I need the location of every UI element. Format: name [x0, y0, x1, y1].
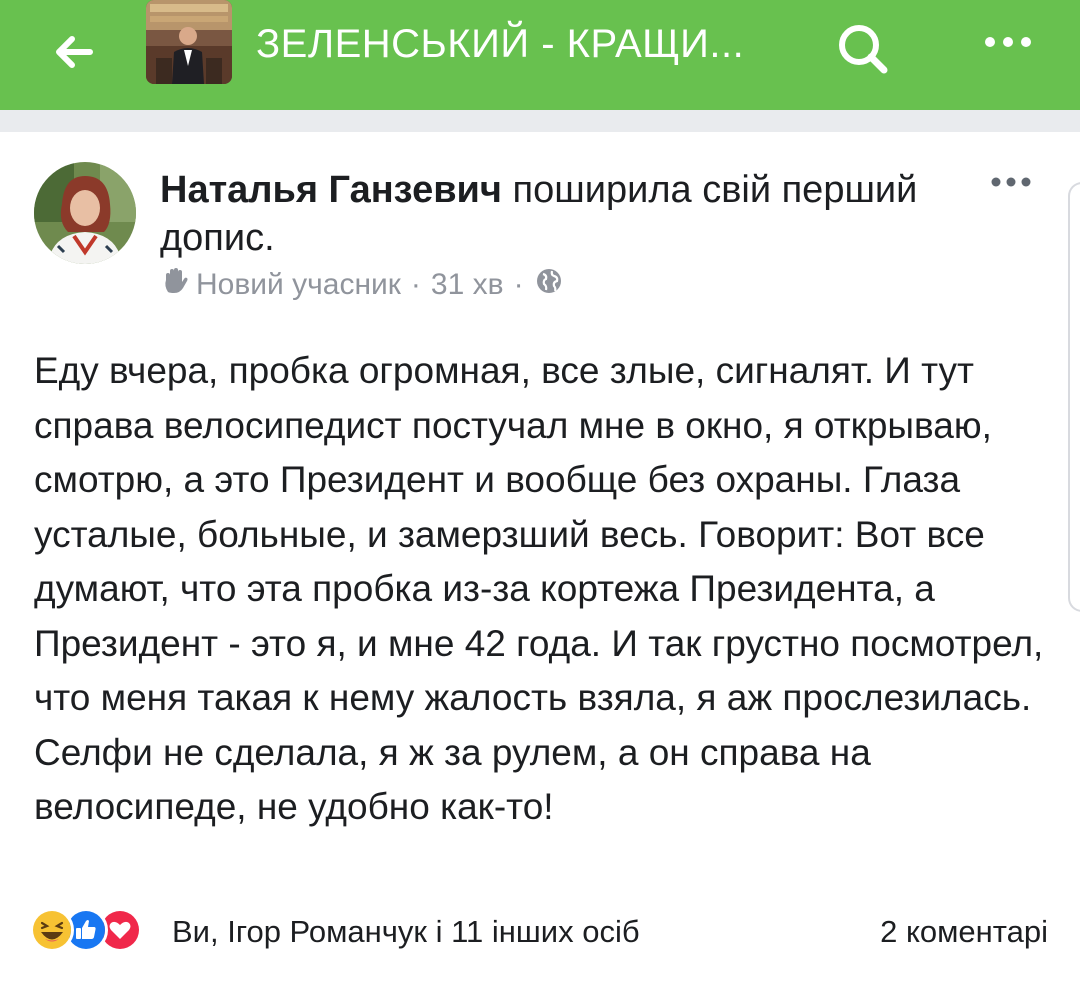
- meta-separator: ·: [410, 268, 421, 301]
- comments-count[interactable]: 2 коментарі: [880, 914, 1048, 950]
- reactions-summary[interactable]: Ви, Ігор Романчук і 11 інших осіб: [172, 914, 640, 950]
- search-icon[interactable]: [832, 18, 896, 82]
- group-cover-thumbnail[interactable]: [146, 0, 232, 84]
- back-arrow-icon[interactable]: [44, 22, 104, 82]
- post-header: Наталья Ганзевич поширила свій перший до…: [160, 166, 960, 262]
- meta-separator: ·: [513, 268, 524, 301]
- group-title[interactable]: ЗЕЛЕНСЬКИЙ - КРАЩИ...: [256, 22, 744, 67]
- post-time[interactable]: 31 хв: [431, 268, 504, 302]
- member-badge[interactable]: Новий учасник: [196, 268, 401, 302]
- globe-icon: [534, 266, 564, 304]
- more-icon[interactable]: [976, 24, 1040, 64]
- post-card: Наталья Ганзевич поширила свій перший до…: [0, 132, 1080, 985]
- post-options-icon[interactable]: [986, 172, 1036, 192]
- waving-hand-icon: [160, 266, 190, 304]
- haha-icon: [30, 908, 74, 952]
- reaction-icons[interactable]: [30, 908, 142, 952]
- side-panel-edge: [1068, 182, 1080, 612]
- post-meta: Новий учасник · 31 хв ·: [160, 266, 564, 304]
- post-body: Еду вчера, пробка огромная, все злые, си…: [34, 350, 1044, 827]
- author-name[interactable]: Наталья Ганзевич: [160, 169, 502, 211]
- section-divider: [0, 110, 1080, 132]
- avatar[interactable]: [34, 162, 136, 264]
- top-bar: ЗЕЛЕНСЬКИЙ - КРАЩИ...: [0, 0, 1080, 110]
